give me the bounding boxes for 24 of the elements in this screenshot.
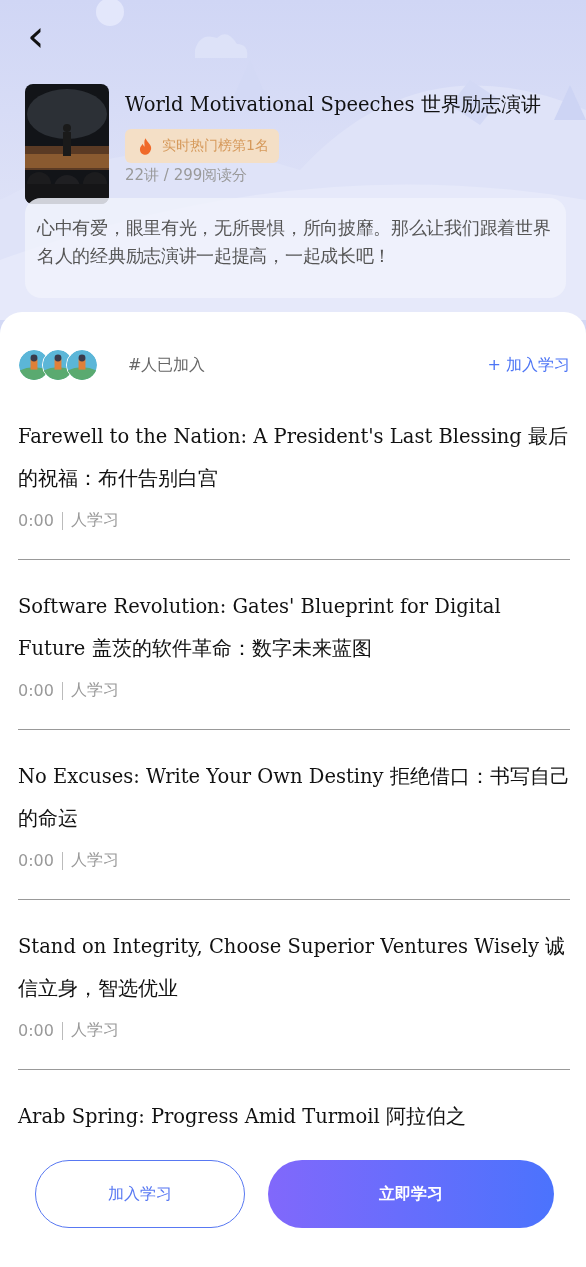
course-description: 心中有爱，眼里有光，无所畏惧，所向披靡。那么让我们跟着世界名人的经典励志演讲一起提高，一起成长吧！: [25, 198, 566, 298]
ranking-text: 实时热门榜第1名: [162, 137, 269, 155]
learner-count: 人学习: [70, 510, 119, 531]
start-button[interactable]: 立即学习: [268, 1160, 554, 1228]
lesson-duration: 0:00: [18, 511, 54, 530]
learner-count: 人学习: [70, 680, 119, 701]
lesson-duration: 0:00: [18, 1021, 54, 1040]
lesson-title[interactable]: Stand on Integrity, Choose Superior Ventures Wisely 诚信立身，智选优业: [18, 926, 570, 1010]
lesson-duration: 0:00: [18, 851, 54, 870]
lesson-duration: 0:00: [18, 681, 54, 700]
course-title: World Motivational Speeches 世界励志演讲: [125, 92, 542, 118]
lesson-title[interactable]: Arab Spring: Progress Amid Turmoil 阿拉伯之: [18, 1096, 570, 1138]
lesson-title[interactable]: Farewell to the Nation: A President's Last Blessing 最后的祝福：布什告别白宫: [18, 416, 570, 500]
learner-count: 人学习: [70, 850, 119, 871]
join-button[interactable]: 加入学习: [35, 1160, 245, 1228]
avatar-icon: [66, 349, 98, 381]
flame-icon: [139, 137, 152, 155]
course-stats: 22讲 / 299阅读分: [125, 166, 249, 185]
learner-count: 人学习: [70, 1020, 119, 1041]
back-button[interactable]: ‹: [27, 12, 45, 60]
lesson-title[interactable]: Software Revolution: Gates' Blueprint for Digital Future 盖茨的软件革命：数字未来蓝图: [18, 586, 570, 670]
lesson-title[interactable]: No Excuses: Write Your Own Destiny 拒绝借口：书写自己的命运: [18, 756, 570, 840]
join-link[interactable]: + 加入学习: [487, 354, 570, 376]
member-count: #人已加入: [128, 354, 206, 376]
